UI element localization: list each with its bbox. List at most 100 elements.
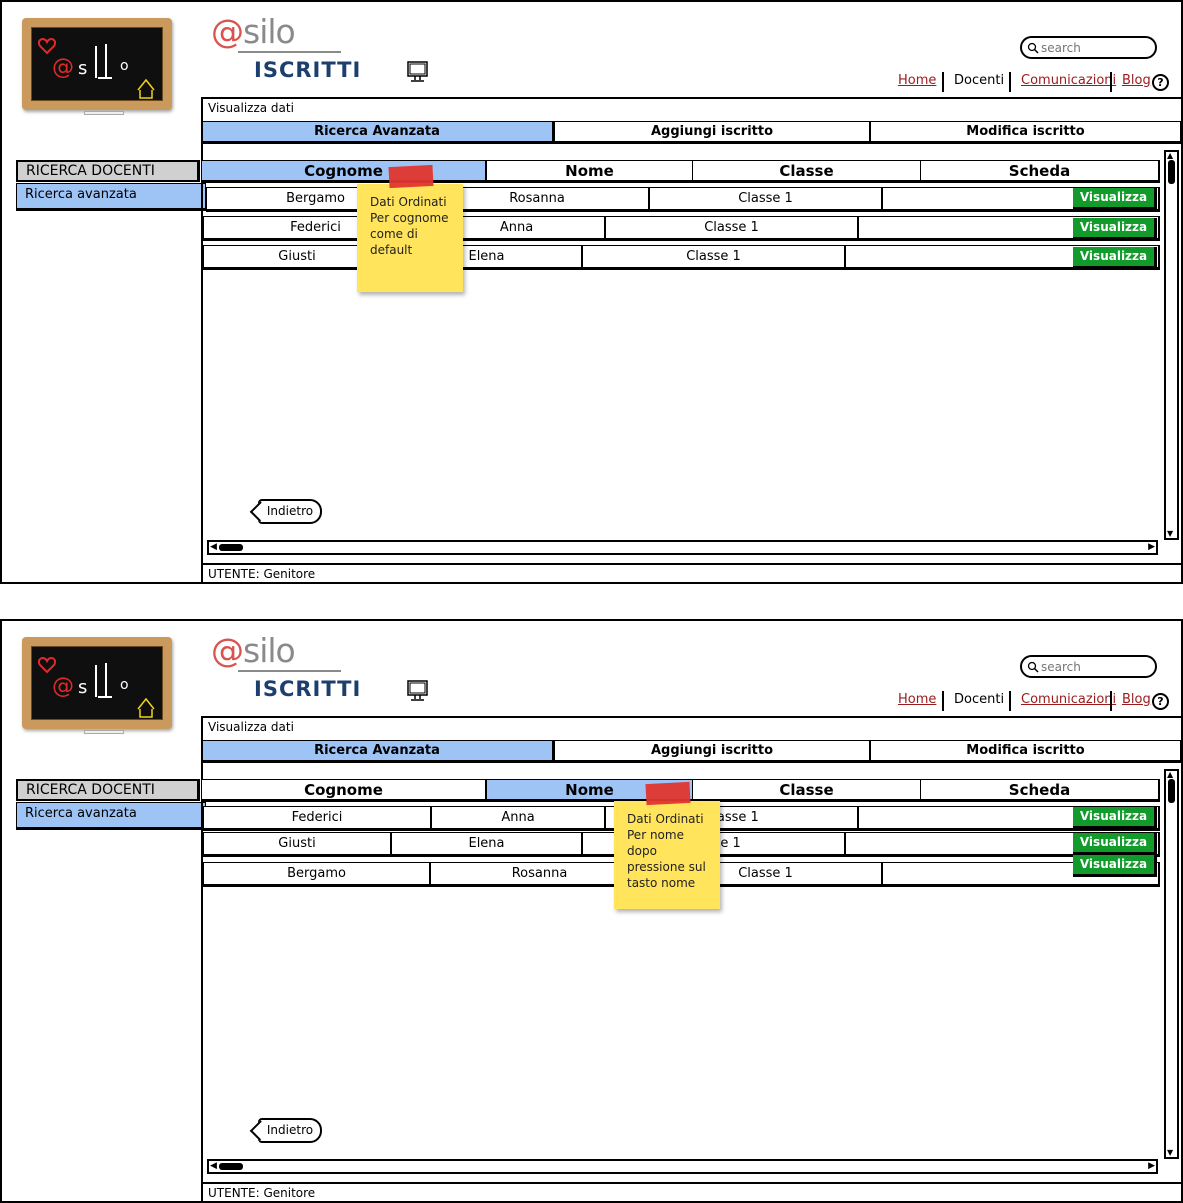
nav-blog-link[interactable]: Blog [1122,73,1151,88]
scroll-left-icon[interactable]: ◀ [210,1161,217,1172]
cell-classe: Classe 1 [605,216,859,241]
search-box[interactable] [1020,36,1157,59]
scroll-left-icon[interactable]: ◀ [210,542,217,553]
visualizza-button[interactable]: Visualizza [1073,218,1157,240]
content-divider [201,118,203,584]
note-line: Per cognome [370,211,449,225]
note-line: come di [370,227,418,241]
vertical-scrollbar[interactable]: ▲ ▼ [1164,150,1179,540]
column-header-scheda[interactable]: Scheda [920,779,1160,802]
scroll-thumb[interactable] [1168,160,1175,184]
vertical-scrollbar[interactable]: ▲ ▼ [1164,769,1179,1159]
column-header-cognome[interactable]: Cognome [201,160,487,183]
help-icon[interactable]: ? [1152,693,1169,710]
help-icon[interactable]: ? [1152,74,1169,91]
sidebar-item-ricerca-avanzata[interactable]: Ricerca avanzata [16,183,206,211]
breadcrumb: Visualizza dati [201,97,1183,118]
wireframe-screen-2: @ s o @silo ISCRITTI Home Docenti Comuni… [0,619,1183,1203]
search-icon [1027,42,1039,54]
cell-classe: Classe 1 [582,245,846,270]
column-header-nome[interactable]: Nome [486,160,694,183]
nav-comunicazioni-link[interactable]: Comunicazioni [1021,692,1116,707]
cell-nome: Elena [391,832,583,857]
tape [645,781,691,806]
sticky-note: Dati Ordinati Per cognome come di defaul… [357,164,463,292]
back-button[interactable]: Indietro [249,1118,322,1143]
logo-icon: @ s o [37,657,155,718]
nav-home-link[interactable]: Home [898,73,936,88]
scroll-thumb[interactable] [1168,779,1175,803]
visualizza-button[interactable]: Visualizza [1073,833,1157,855]
tab-aggiungi-iscritto[interactable]: Aggiungi iscritto [554,740,871,763]
back-button-label: Indietro [266,1123,314,1137]
logo-icon: @ s o [37,38,155,99]
nav-docenti[interactable]: Docenti [954,692,1004,707]
cell-cognome: Giusti [203,832,392,857]
nav-home-link[interactable]: Home [898,692,936,707]
nav-separator [942,691,944,711]
search-input[interactable] [1041,658,1149,675]
column-header-scheda[interactable]: Scheda [920,160,1160,183]
note-line: default [370,243,413,257]
scroll-up-icon[interactable]: ▲ [1167,771,1173,779]
sidebar-item-ricerca-avanzata[interactable]: Ricerca avanzata [16,802,206,830]
tab-aggiungi-iscritto[interactable]: Aggiungi iscritto [554,121,871,144]
note-line: Dati Ordinati [370,195,447,209]
scroll-right-icon[interactable]: ▶ [1148,542,1155,553]
sidebar-header: RICERCA DOCENTI [16,779,200,801]
column-header-classe[interactable]: Classe [692,779,922,802]
brand-underline [238,51,341,53]
search-box[interactable] [1020,655,1157,678]
brand-title: @silo [211,12,296,51]
top-nav: Home Docenti Comunicazioni Blog ? [2,72,1183,94]
tab-ricerca-avanzata[interactable]: Ricerca Avanzata [201,121,554,144]
status-bar: UTENTE: Genitore [201,1182,1183,1203]
sticky-note: Dati Ordinati Per nome dopo pressione su… [614,781,720,909]
visualizza-button[interactable]: Visualizza [1073,188,1157,210]
back-button[interactable]: Indietro [249,499,322,524]
scroll-thumb[interactable] [219,1163,243,1170]
nav-blog-link[interactable]: Blog [1122,692,1151,707]
brand-title: @silo [211,631,296,670]
sidebar-header: RICERCA DOCENTI [16,160,200,182]
horizontal-scrollbar[interactable]: ◀ ▶ [207,540,1158,555]
cell-cognome: Federici [203,806,432,831]
scroll-up-icon[interactable]: ▲ [1167,152,1173,160]
brand-word: silo [243,631,296,670]
column-header-cognome[interactable]: Cognome [201,779,487,802]
search-input[interactable] [1041,39,1149,56]
nav-docenti[interactable]: Docenti [954,73,1004,88]
back-button-label: Indietro [266,504,314,518]
visualizza-button[interactable]: Visualizza [1073,807,1157,829]
brand-at: @ [211,631,244,670]
nav-separator [942,72,944,92]
visualizza-button[interactable]: Visualizza [1073,247,1157,269]
top-nav: Home Docenti Comunicazioni Blog ? [2,691,1183,713]
nav-separator [1110,691,1112,711]
note-line: dopo [627,844,657,858]
note-line: Dati Ordinati [627,812,704,826]
tab-modifica-iscritto[interactable]: Modifica iscritto [870,121,1182,144]
tab-modifica-iscritto[interactable]: Modifica iscritto [870,740,1182,763]
breadcrumb: Visualizza dati [201,716,1183,737]
scroll-down-icon[interactable]: ▼ [1167,530,1173,538]
brand-word: silo [243,12,296,51]
note-line: tasto nome [627,876,696,890]
scroll-down-icon[interactable]: ▼ [1167,1149,1173,1157]
logo-chalkboard: @ s o [22,637,172,734]
nav-separator [1110,72,1112,92]
status-bar: UTENTE: Genitore [201,563,1183,584]
nav-comunicazioni-link[interactable]: Comunicazioni [1021,73,1116,88]
tape [388,164,434,189]
nav-separator [1009,72,1011,92]
nav-separator [1009,691,1011,711]
visualizza-button[interactable]: Visualizza [1073,855,1157,877]
horizontal-scrollbar[interactable]: ◀ ▶ [207,1159,1158,1174]
tab-ricerca-avanzata[interactable]: Ricerca Avanzata [201,740,554,763]
column-header-classe[interactable]: Classe [692,160,922,183]
logo-chalkboard: @ s o [22,18,172,115]
search-icon [1027,661,1039,673]
scroll-right-icon[interactable]: ▶ [1148,1161,1155,1172]
scroll-thumb[interactable] [219,544,243,551]
wireframe-screen-1: @ s o @silo ISCRITTI Home Docenti Comuni… [0,0,1183,584]
